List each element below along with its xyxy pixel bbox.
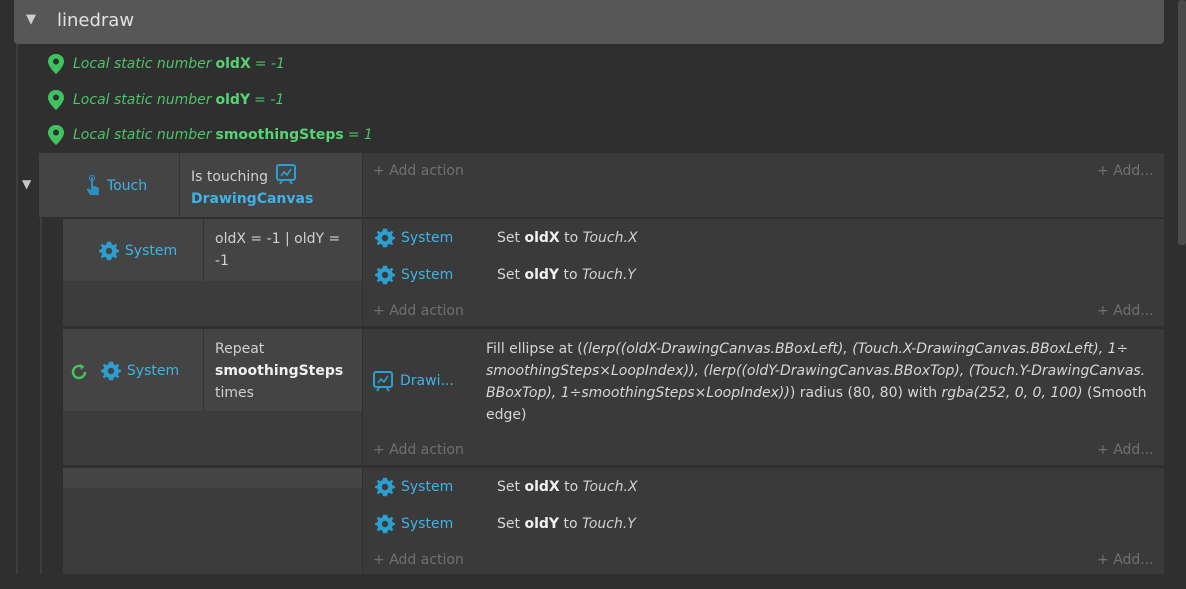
gear-icon: [375, 265, 395, 285]
variable-value: = -1: [254, 56, 285, 72]
gear-icon: [375, 228, 395, 248]
condition-divider: [203, 219, 204, 281]
action-object[interactable]: System: [375, 265, 485, 285]
variable-prefix: Local static number: [73, 92, 212, 108]
action-object[interactable]: System: [375, 514, 485, 534]
add-action-button[interactable]: + Add action: [373, 163, 464, 179]
gear-icon: [375, 514, 395, 534]
condition-divider: [203, 329, 204, 411]
add-more-button[interactable]: + Add...: [1097, 442, 1154, 458]
group-rail: [16, 44, 18, 589]
condition-object-param: DrawingCanvas: [191, 191, 314, 207]
event-actions[interactable]: [363, 153, 1164, 217]
condition-object-system[interactable]: System: [88, 235, 188, 267]
condition-object-label: System: [124, 243, 178, 259]
gear-icon: [375, 477, 395, 497]
action-object-drawingcanvas[interactable]: Drawi...: [372, 366, 462, 396]
location-pin-icon: [48, 54, 64, 74]
gear-icon: [100, 361, 121, 381]
variable-value: = -1: [254, 92, 285, 108]
sub-event-1-condition-lower: [63, 281, 362, 326]
variable-prefix: Local static number: [73, 127, 212, 143]
condition-object-system[interactable]: System: [90, 355, 190, 387]
variable-value: = 1: [347, 127, 373, 143]
group-title: linedraw: [57, 10, 135, 31]
condition-text[interactable]: oldX = -1 | oldY = -1: [215, 228, 355, 272]
condition-object-label: Touch: [106, 178, 148, 194]
add-more-button[interactable]: + Add...: [1097, 163, 1154, 179]
add-action-button[interactable]: + Add action: [373, 552, 464, 568]
action-text: Fill ellipse at ((lerp((oldX-DrawingCanv…: [486, 341, 1147, 423]
touch-hand-icon: [86, 175, 99, 195]
action-text: Set oldX to Touch.X: [497, 230, 638, 246]
action-row[interactable]: System Set oldY to Touch.Y: [375, 509, 1155, 539]
condition-object-touch[interactable]: Touch: [66, 170, 166, 202]
loop-icon: [71, 364, 87, 380]
variable-name: smoothingSteps: [215, 127, 344, 143]
collapse-triangle-icon[interactable]: ▼: [26, 12, 36, 27]
add-more-button[interactable]: + Add...: [1097, 552, 1154, 568]
action-row[interactable]: System Set oldY to Touch.Y: [375, 260, 1155, 290]
sub-event-3-condition-header: [63, 468, 362, 488]
bottom-edge: [0, 574, 1186, 589]
vertical-scrollbar[interactable]: [1178, 0, 1186, 245]
sub-event-2-condition-lower: [63, 411, 362, 465]
local-variable-row[interactable]: Local static number oldY = -1: [46, 88, 284, 112]
local-variable-row[interactable]: Local static number smoothingSteps = 1: [46, 123, 373, 147]
action-row[interactable]: System Set oldX to Touch.X: [375, 223, 1155, 253]
action-text: Set oldY to Touch.Y: [497, 516, 636, 532]
add-more-button[interactable]: + Add...: [1097, 303, 1154, 319]
drawing-canvas-icon: [276, 164, 297, 185]
add-action-button[interactable]: + Add action: [373, 442, 464, 458]
action-row[interactable]: System Set oldX to Touch.X: [375, 472, 1155, 502]
location-pin-icon: [48, 125, 64, 145]
action-text: Set oldX to Touch.X: [497, 479, 638, 495]
condition-text[interactable]: Is touching DrawingCanvas: [191, 163, 313, 210]
action-object[interactable]: System: [375, 228, 485, 248]
action-text: Set oldY to Touch.Y: [497, 267, 636, 283]
gear-icon: [98, 241, 119, 261]
condition-verb: Is touching: [191, 169, 269, 185]
condition-text[interactable]: Repeat smoothingSteps times: [215, 338, 343, 404]
variable-name: oldX: [215, 56, 251, 72]
condition-divider: [179, 153, 180, 217]
group-header[interactable]: ▼ linedraw: [14, 0, 1164, 44]
variable-prefix: Local static number: [73, 56, 212, 72]
drawing-canvas-icon: [373, 371, 393, 392]
event-rail: [40, 217, 42, 589]
location-pin-icon: [48, 90, 64, 110]
action-object[interactable]: System: [375, 477, 485, 497]
local-variable-row[interactable]: Local static number oldX = -1: [46, 52, 285, 76]
event-expand-icon[interactable]: ▼: [22, 177, 31, 191]
variable-name: oldY: [215, 92, 251, 108]
add-action-button[interactable]: + Add action: [373, 303, 464, 319]
condition-object-label: System: [126, 363, 180, 379]
